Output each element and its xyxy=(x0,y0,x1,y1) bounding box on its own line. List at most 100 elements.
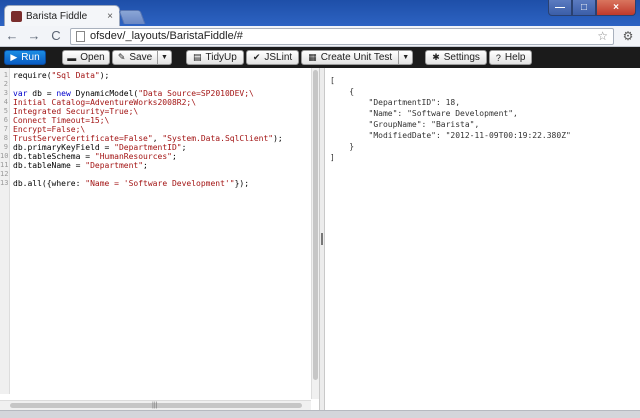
code-token: db.tableName = xyxy=(13,161,86,170)
url-box[interactable]: ofsdev/_layouts/BaristaFiddle/# ☆ xyxy=(70,27,614,45)
code-token: db = xyxy=(27,89,57,98)
line-number: 9 xyxy=(3,143,8,151)
code-token: db.primaryKeyField = xyxy=(13,143,115,152)
forward-icon[interactable]: → xyxy=(26,28,42,44)
edit-icon: ✎ xyxy=(117,52,126,62)
code-text: Encrypt=False;\ xyxy=(10,125,85,134)
page-icon xyxy=(76,30,85,42)
code-line[interactable]: 4 Initial Catalog=AdventureWorks2008R2;\ xyxy=(0,98,283,107)
code-line[interactable]: 12 xyxy=(0,170,283,179)
code-token: db.tableSchema = xyxy=(13,152,95,161)
code-string: Initial Catalog=AdventureWorks2008R2;\ xyxy=(13,98,197,107)
code-text: Initial Catalog=AdventureWorks2008R2;\ xyxy=(10,98,196,107)
jslint-button[interactable]: ✔ JSLint xyxy=(245,50,300,65)
code-string: "System.Data.SqlClient" xyxy=(162,134,274,143)
browser-tab[interactable]: Barista Fiddle × xyxy=(4,5,120,26)
output-line: "ModifiedDate": "2012-11-09T00:19:22.380… xyxy=(330,131,571,140)
line-number: 13 xyxy=(0,179,9,187)
close-window-button[interactable]: × xyxy=(596,0,636,16)
unit-test-icon: ▦ xyxy=(308,52,317,62)
code-lines[interactable]: 1 require("Sql Data"); 2 3 var db = new Dyna… xyxy=(0,71,283,188)
output-pane: [ { "DepartmentID": 18, "Name": "Softwar… xyxy=(325,68,640,410)
code-token: ); xyxy=(273,134,283,143)
code-string: Connect Timeout=15;\ xyxy=(13,116,110,125)
create-unit-test-button[interactable]: ▦ Create Unit Test xyxy=(301,50,400,65)
code-string: Encrypt=False;\ xyxy=(13,125,86,134)
address-bar: ← → C ofsdev/_layouts/BaristaFiddle/# ☆ … xyxy=(0,26,640,47)
favicon-icon xyxy=(11,10,22,22)
code-line[interactable]: 10 db.tableSchema = "HumanResources"; xyxy=(0,152,283,161)
code-editor[interactable]: 1 require("Sql Data"); 2 3 var db = new Dyna… xyxy=(0,68,318,410)
splitter-grip-icon[interactable] xyxy=(321,233,323,245)
new-tab-button[interactable] xyxy=(118,10,146,24)
maximize-button[interactable]: □ xyxy=(572,0,596,16)
settings-button[interactable]: ✱ Settings xyxy=(425,50,487,65)
code-line[interactable]: 9 db.primaryKeyField = "DepartmentID"; xyxy=(0,143,283,152)
code-keyword: new xyxy=(56,89,71,98)
code-text: Integrated Security=True;\ xyxy=(10,107,138,116)
unit-test-dropdown-button[interactable]: ▼ xyxy=(399,50,414,65)
code-line[interactable]: 6 Connect Timeout=15;\ xyxy=(0,116,283,125)
bookmark-star-icon[interactable]: ☆ xyxy=(597,29,608,43)
code-string: TrustServerCertificate=False" xyxy=(13,134,153,143)
run-button[interactable]: ▶ Run xyxy=(4,50,46,65)
code-line[interactable]: 13 db.all({where: "Name = 'Software Devel… xyxy=(0,179,283,188)
code-string: "Data Source=SP2010DEV;\ xyxy=(138,89,254,98)
save-dropdown-button[interactable]: ▼ xyxy=(158,50,172,65)
tab-title: Barista Fiddle xyxy=(26,10,88,22)
code-text: TrustServerCertificate=False", "System.D… xyxy=(10,134,283,143)
tab-close-icon[interactable]: × xyxy=(107,11,113,22)
save-button[interactable]: ✎ Save xyxy=(112,50,158,65)
code-text: db.tableName = "Department"; xyxy=(10,161,148,170)
code-line[interactable]: 8 TrustServerCertificate=False", "System.… xyxy=(0,134,283,143)
line-number: 2 xyxy=(3,80,8,88)
wrench-tool-icon: ✱ xyxy=(432,52,440,62)
tidyup-button[interactable]: ▤ TidyUp xyxy=(186,50,244,65)
play-icon: ▶ xyxy=(10,52,18,62)
reload-icon[interactable]: C xyxy=(48,28,64,44)
editor-horizontal-scrollbar[interactable]: ||| xyxy=(0,400,311,410)
help-button[interactable]: ? Help xyxy=(488,50,533,65)
code-line[interactable]: 3 var db = new DynamicModel("Data Source=… xyxy=(0,89,283,98)
settings-label: Settings xyxy=(443,52,480,63)
line-number: 6 xyxy=(3,116,8,124)
folder-icon: ▬ xyxy=(67,52,77,63)
code-line[interactable]: 1 require("Sql Data"); xyxy=(0,71,283,80)
output-line: "Name": "Software Development", xyxy=(330,109,518,118)
code-token: ); xyxy=(99,71,110,80)
code-line[interactable]: 5 Integrated Security=True;\ xyxy=(0,107,283,116)
code-token: db.all({where: xyxy=(13,179,86,188)
code-text: var db = new DynamicModel("Data Source=S… xyxy=(10,89,254,98)
editor-vertical-scroll-thumb[interactable] xyxy=(313,70,318,380)
help-icon: ? xyxy=(495,52,501,63)
editor-vertical-scrollbar[interactable] xyxy=(311,68,319,399)
save-label: Save xyxy=(129,52,153,63)
code-line[interactable]: 2 xyxy=(0,80,283,89)
output-line: "GroupName": "Barista", xyxy=(330,120,480,129)
code-string: Integrated Security=True;\ xyxy=(13,107,139,116)
output-line: { xyxy=(330,87,355,96)
back-icon[interactable]: ← xyxy=(4,28,20,44)
wrench-icon[interactable]: ⚙ xyxy=(620,29,636,43)
code-line[interactable]: 7 Encrypt=False;\ xyxy=(0,125,283,134)
minimize-button[interactable]: — xyxy=(548,0,572,16)
code-string: "Name = 'Software Development'" xyxy=(85,179,235,188)
open-button[interactable]: ▬ Open xyxy=(62,50,110,65)
line-number: 5 xyxy=(3,107,8,115)
line-number: 8 xyxy=(3,134,8,142)
code-text: Connect Timeout=15;\ xyxy=(10,116,109,125)
url-text[interactable]: ofsdev/_layouts/BaristaFiddle/# xyxy=(90,30,592,42)
code-token: , xyxy=(152,134,163,143)
window-controls: — □ × xyxy=(548,0,636,16)
output-line: "DepartmentID": 18, xyxy=(330,98,461,107)
create-unit-test-label: Create Unit Test xyxy=(320,52,393,63)
code-token: ; xyxy=(143,161,148,170)
line-number: 10 xyxy=(0,152,9,160)
code-line[interactable]: 11 db.tableName = "Department"; xyxy=(0,161,283,170)
code-token: ; xyxy=(171,152,177,161)
line-number: 3 xyxy=(3,89,8,97)
code-string: "DepartmentID" xyxy=(114,143,182,152)
code-string: "Department" xyxy=(85,161,144,170)
